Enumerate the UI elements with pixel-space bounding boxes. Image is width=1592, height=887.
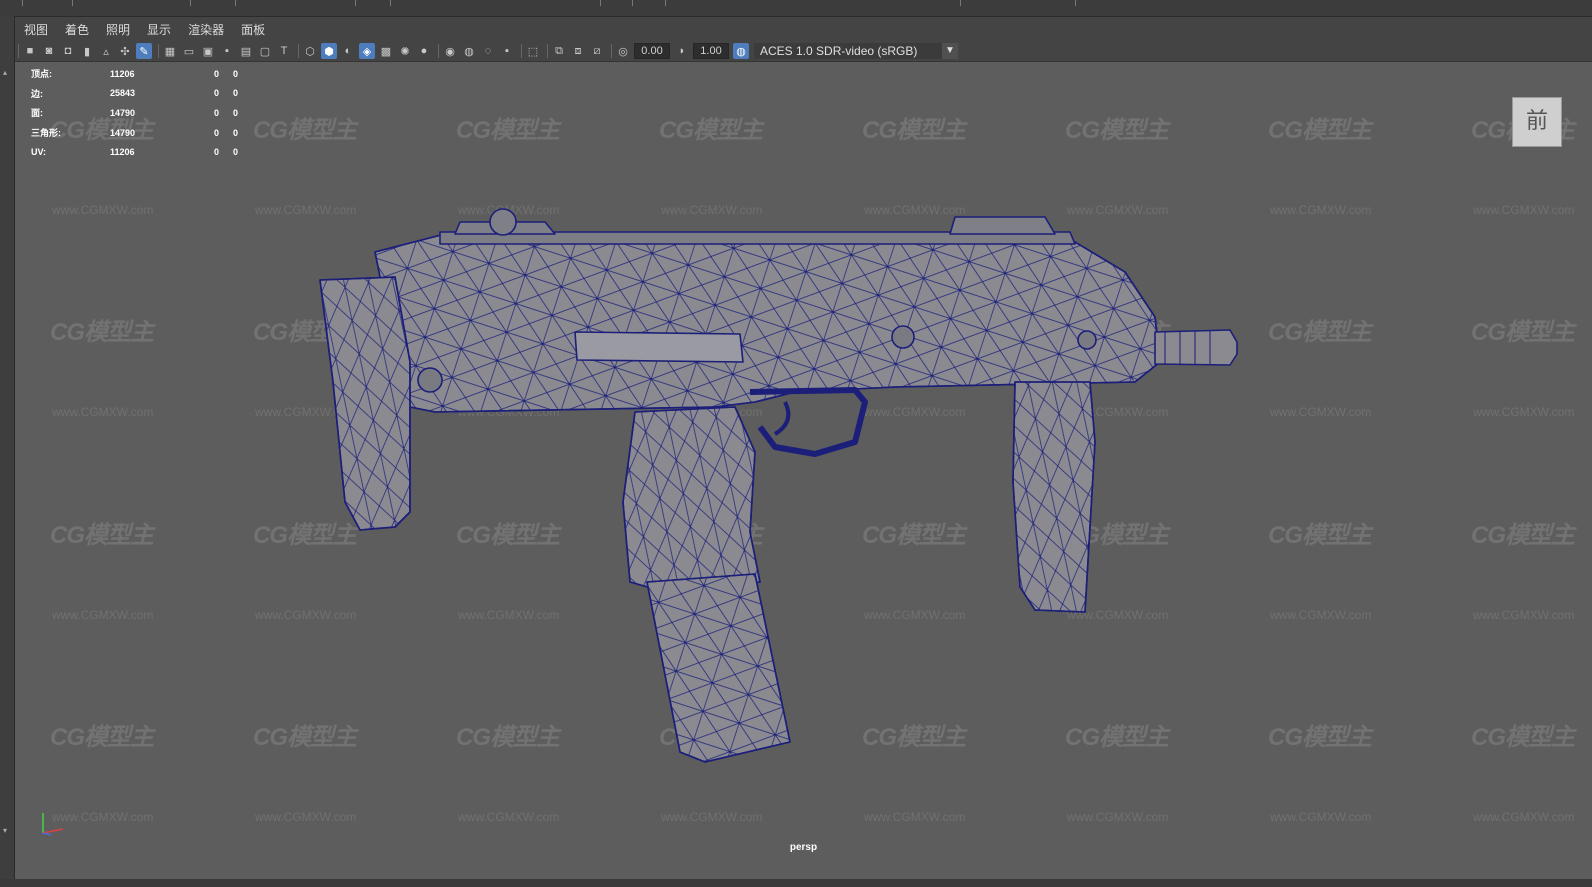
menu-view[interactable]: 视图 (15, 21, 56, 38)
wireframe-icon[interactable]: ⬡ (302, 43, 318, 59)
viewport-panel: 视图 着色 照明 显示 渲染器 面板 ■ ◙ ◘ ▮ ▵ ✣ ✎ ▦ ▭ ▣ ▪… (15, 17, 1592, 879)
view-cube-front[interactable]: 前 (1512, 97, 1562, 147)
poly-count-hud: 顶点: 11206 0 0 边: 25843 0 0 面: 14790 0 0 … (31, 64, 249, 162)
field-chart-icon[interactable]: ▤ (238, 43, 254, 59)
smooth-shade-icon[interactable]: ⬢ (321, 43, 337, 59)
hud-row-vertices: 顶点: 11206 0 0 (31, 68, 239, 80)
2d-pan-zoom-icon[interactable]: ✣ (117, 43, 133, 59)
axis-gizmo-icon (42, 813, 64, 836)
grease-pencil-icon[interactable]: ✎ (136, 43, 152, 59)
xray-icon[interactable]: ▩ (378, 43, 394, 59)
gun-model-wireframe[interactable] (15, 62, 1592, 879)
depth-of-field-icon[interactable]: ▪ (499, 43, 515, 59)
isolate-select-icon[interactable]: ⬚ (525, 43, 541, 59)
timeline-strip (0, 0, 1592, 17)
film-gate-icon[interactable]: ▭ (181, 43, 197, 59)
panel-menubar: 视图 着色 照明 显示 渲染器 面板 (15, 17, 1592, 41)
menu-show[interactable]: 显示 (138, 21, 179, 38)
hud-row-triangles: 三角形: 14790 0 0 (31, 127, 239, 139)
gate-mask-icon[interactable]: ▪ (219, 43, 235, 59)
color-space-label[interactable]: ACES 1.0 SDR-video (sRGB) (754, 43, 942, 59)
3d-viewport[interactable]: CG模型主 www.CGMXW.com CG模型主 www.CGMXW.com CG模型… (15, 62, 1592, 879)
camera-attributes-icon[interactable]: ◘ (60, 43, 76, 59)
menu-lighting[interactable]: 照明 (97, 21, 138, 38)
bookmark-icon[interactable]: ▮ (79, 43, 95, 59)
exposure-field[interactable]: 0.00 (634, 43, 670, 59)
muzzle (1154, 329, 1238, 366)
image-plane-icon[interactable]: ▵ (98, 43, 114, 59)
hud-row-edges: 边: 25843 0 0 (31, 88, 239, 99)
shadows-icon[interactable]: ● (416, 43, 432, 59)
camera-icon[interactable]: ■ (22, 43, 38, 59)
gamma-icon[interactable]: ◗ (674, 43, 690, 59)
wireframe-on-shaded-icon[interactable]: ◈ (359, 43, 375, 59)
use-default-material-icon[interactable]: ◐ (340, 43, 356, 59)
hud-row-faces: 面: 14790 0 0 (31, 107, 239, 119)
anti-aliasing-icon[interactable]: ◌ (480, 43, 496, 59)
xray-joints-icon[interactable]: ⧉ (551, 43, 567, 59)
bottom-bar (0, 879, 1592, 887)
motion-blur-icon[interactable]: ◍ (461, 43, 477, 59)
use-all-lights-icon[interactable]: ✺ (397, 43, 413, 59)
color-management-icon[interactable]: ◍ (733, 43, 749, 59)
hud-row-uvs: UV: 11206 0 0 (31, 147, 239, 158)
xray-active-components-icon[interactable]: ⧈ (570, 43, 586, 59)
menu-renderer[interactable]: 渲染器 (179, 21, 232, 38)
screen-space-ao-icon[interactable]: ◉ (442, 43, 458, 59)
panel-toolbar: ■ ◙ ◘ ▮ ▵ ✣ ✎ ▦ ▭ ▣ ▪ ▤ ▢ T ⬡ ⬢ ◐ ◈ ▩ ✺ … (15, 41, 1592, 62)
chevron-down-icon[interactable]: ▼ (942, 43, 958, 59)
gamma-field[interactable]: 1.00 (693, 43, 729, 59)
color-space-dropdown[interactable]: ACES 1.0 SDR-video (sRGB) ▼ (754, 43, 958, 59)
camera-name-label: persp (789, 842, 818, 853)
lock-camera-icon[interactable]: ◙ (41, 43, 57, 59)
safe-action-icon[interactable]: ▢ (257, 43, 273, 59)
exposure-icon[interactable]: ◎ (615, 43, 631, 59)
resolution-gate-icon[interactable]: ▣ (200, 43, 216, 59)
menu-panels[interactable]: 面板 (232, 21, 273, 38)
hardware-texture-icon[interactable]: ⧄ (589, 43, 605, 59)
menu-shading[interactable]: 着色 (56, 21, 97, 38)
grid-icon[interactable]: ▦ (162, 43, 178, 59)
safe-title-icon[interactable]: T (276, 43, 292, 59)
left-side-rail[interactable]: ▴ ▾ (0, 16, 15, 887)
